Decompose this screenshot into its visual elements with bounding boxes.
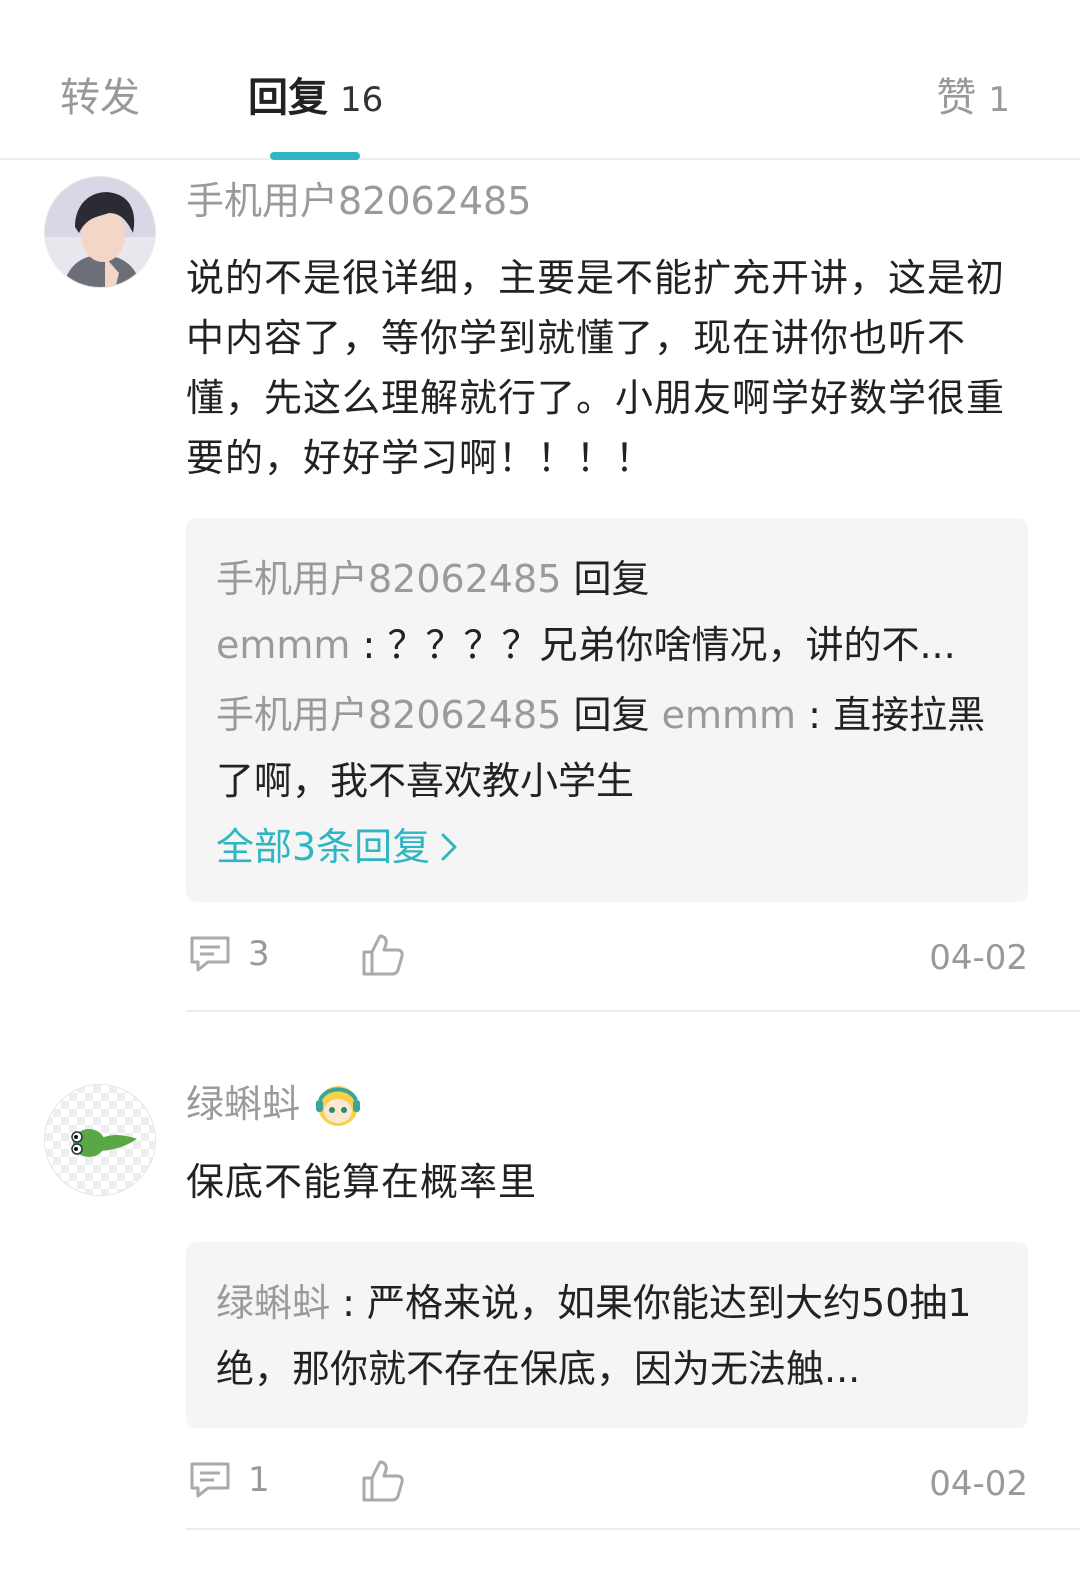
replies-box[interactable]: 绿蝌蚪 : 严格来说，如果你能达到大约50抽1绝，那你就不存在保底，因为无法触.… <box>186 1242 1028 1428</box>
tab-forward-label: 转发 <box>60 75 140 121</box>
reply-verb: 回复 <box>573 693 650 737</box>
reply-target[interactable]: emmm <box>662 693 796 737</box>
avatar[interactable] <box>44 176 156 288</box>
tab-like[interactable]: 赞1 <box>936 72 1010 126</box>
tab-reply-count: 16 <box>340 80 384 120</box>
comment-actions: 1 04-02 <box>186 1458 1028 1518</box>
tab-forward[interactable]: 转发 <box>60 72 140 124</box>
comment-date: 04-02 <box>929 938 1028 978</box>
reply-count: 1 <box>248 1460 270 1500</box>
tab-bar: 转发 回复 16 赞1 <box>0 0 1080 160</box>
view-all-replies-link[interactable]: 全部3条回复 <box>216 814 998 880</box>
tab-reply[interactable]: 回复 16 <box>248 72 383 126</box>
avatar-badge-icon <box>316 1086 361 1126</box>
reply-item[interactable]: 手机用户82062485 回复 emmm : ？？？？兄弟你啥情况，讲的不... <box>216 546 998 678</box>
reply-button[interactable]: 1 <box>188 1458 270 1502</box>
comment-text: 说的不是很详细，主要是不能扩充开讲，这是初中内容了，等你学到就懂了，现在讲你也听… <box>186 256 1006 480</box>
comment-username[interactable]: 手机用户82062485 <box>186 176 1028 226</box>
comment-username-text[interactable]: 绿蝌蚪 <box>186 1079 300 1129</box>
reply-text: 严格来说，如果你能达到大约50抽1绝，那你就不存在保底，因为无法触... <box>216 1281 972 1391</box>
comment-icon <box>190 936 230 972</box>
comment-divider <box>186 1528 1080 1530</box>
like-button[interactable] <box>360 932 406 978</box>
thumbs-up-icon <box>362 934 404 976</box>
comment-username-text[interactable]: 手机用户82062485 <box>186 176 531 226</box>
reply-author[interactable]: 手机用户82062485 <box>216 693 561 737</box>
comment-actions: 3 04-02 <box>186 932 1028 992</box>
reply-verb: 回复 <box>573 557 650 601</box>
view-all-replies-label: 全部3条回复 <box>216 825 431 869</box>
reply-target[interactable]: emmm <box>216 623 350 667</box>
reply-line: emmm : ？？？？兄弟你啥情况，讲的不... <box>216 612 998 678</box>
reply-item[interactable]: 绿蝌蚪 : 严格来说，如果你能达到大约50抽1绝，那你就不存在保底，因为无法触.… <box>216 1270 998 1402</box>
reply-count: 3 <box>248 934 270 974</box>
thumbs-up-icon <box>362 1460 404 1502</box>
comment-date: 04-02 <box>929 1464 1028 1504</box>
comment-text: 保底不能算在概率里 <box>186 1160 538 1204</box>
tab-like-label: 赞 <box>936 75 977 121</box>
tab-like-count: 1 <box>988 80 1010 120</box>
reply-item[interactable]: 手机用户82062485 回复 emmm : 直接拉黑了啊，我不喜欢教小学生 <box>216 682 998 814</box>
avatar[interactable] <box>44 1084 156 1196</box>
comment-divider <box>186 1010 1080 1012</box>
reply-button[interactable]: 3 <box>188 932 270 976</box>
reply-author[interactable]: 绿蝌蚪 <box>216 1281 330 1325</box>
reply-author[interactable]: 手机用户82062485 <box>216 557 561 601</box>
reply-colon: : <box>342 1281 355 1325</box>
replies-box[interactable]: 手机用户82062485 回复 emmm : ？？？？兄弟你啥情况，讲的不...… <box>186 518 1028 902</box>
reply-colon: : <box>808 693 821 737</box>
like-button[interactable] <box>360 1458 406 1504</box>
reply-colon: : <box>362 623 376 667</box>
comment-username[interactable]: 绿蝌蚪 <box>186 1078 1028 1130</box>
active-tab-indicator <box>270 152 360 160</box>
tab-reply-label: 回复 <box>248 75 328 121</box>
reply-text: ？？？？兄弟你啥情况，讲的不... <box>387 623 956 667</box>
chevron-right-icon <box>441 833 457 861</box>
comment-icon <box>190 1462 230 1498</box>
